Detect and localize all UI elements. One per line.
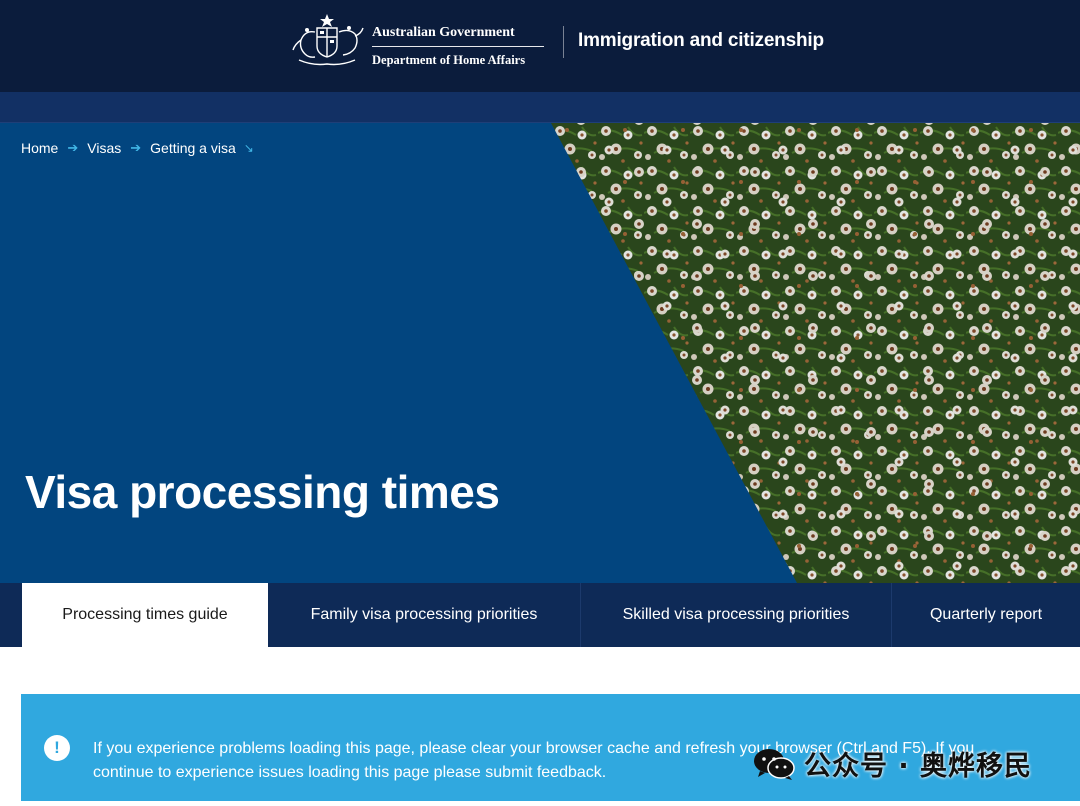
page-title: Visa processing times — [25, 466, 500, 518]
coat-of-arms-icon[interactable] — [287, 10, 367, 70]
tab-label: Quarterly report — [929, 606, 1043, 623]
main-nav-bar — [0, 92, 1080, 123]
breadcrumb: Home ➔ Visas ➔ Getting a visa ↘ — [21, 140, 254, 156]
wechat-icon — [754, 748, 795, 780]
tab-bar: Processing times guide Family visa proce… — [0, 583, 1080, 647]
breadcrumb-visas[interactable]: Visas — [87, 140, 121, 156]
government-name: Australian Government — [372, 25, 515, 40]
site-header: Australian Government Department of Home… — [0, 0, 1080, 92]
breadcrumb-getting-a-visa[interactable]: Getting a visa — [150, 140, 236, 156]
tab-skilled-visa-processing-priorities[interactable]: Skilled visa processing priorities — [581, 583, 892, 647]
arrow-right-icon: ➔ — [67, 140, 79, 155]
breadcrumb-home[interactable]: Home — [21, 140, 58, 156]
lockup-divider — [372, 46, 544, 47]
tab-label: Family visa processing priorities — [310, 606, 538, 623]
tab-label: Processing times guide — [62, 606, 228, 623]
watermark-text: 公众号 · 奥烨移民 — [804, 751, 1033, 782]
tab-processing-times-guide[interactable]: Processing times guide — [22, 583, 268, 647]
watermark: 公众号 · 奥烨移民 — [752, 744, 1032, 783]
site-title[interactable]: Immigration and citizenship — [578, 30, 824, 52]
tab-quarterly-report[interactable]: Quarterly report — [892, 583, 1080, 647]
header-divider — [563, 26, 564, 58]
arrow-right-icon: ➔ — [130, 140, 142, 155]
exclamation-icon: ! — [44, 735, 70, 761]
tab-family-visa-processing-priorities[interactable]: Family visa processing priorities — [268, 583, 581, 647]
tab-label: Skilled visa processing priorities — [622, 606, 850, 623]
hero-banner: Home ➔ Visas ➔ Getting a visa ↘ Visa pro… — [0, 123, 1080, 583]
government-lockup[interactable]: Australian Government Department of Home… — [372, 24, 544, 68]
department-name: Department of Home Affairs — [372, 53, 526, 67]
arrow-down-right-icon[interactable]: ↘ — [244, 141, 254, 155]
